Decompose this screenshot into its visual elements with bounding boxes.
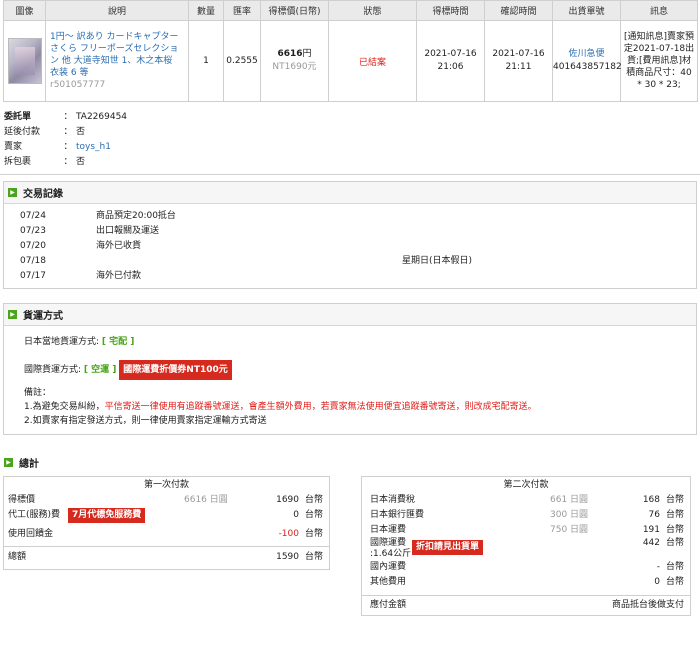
totals-title: 總計 [19, 459, 39, 470]
message-text: [通知訊息]賣家預定2021-07-18出貨;[費用訊息]材積商品尺寸：40 *… [620, 20, 698, 102]
second-payment-box: 第二次付款 日本消費稅 661 日圓 168 台幣 日本銀行匯費 300 日圓 … [361, 476, 691, 616]
first-payment-box: 第一次付款 得標價 6616 日圓 1690 台幣 代工(服務)費 7月代標免服… [3, 476, 330, 570]
order-number: TA2269454 [76, 112, 128, 122]
col-image: 圖像 [3, 0, 46, 21]
list-item: 07/17 海外已付款 [20, 271, 142, 281]
unpack-value: 否 [76, 157, 86, 167]
list-item: 07/18 星期日(日本假日) [20, 256, 473, 266]
deferred-label: 延後付款 [4, 127, 41, 137]
col-status: 狀態 [328, 0, 417, 21]
remark-1: 1.為避免交易糾紛， [24, 402, 105, 412]
table-row: 其他費用 0 台幣 [370, 577, 684, 587]
second-payment-title: 第二次付款 [503, 480, 549, 490]
table-row: 日本運費 750 日圓 191 台幣 [370, 525, 684, 535]
arrow-right-icon: ▶ [8, 188, 17, 197]
list-item: 07/24 商品預定20:00抵台 [20, 211, 176, 221]
records-title: 交易記錄 [23, 189, 63, 200]
won-date: 2021-07-16 [424, 49, 477, 59]
order-label: 委託單 [4, 112, 32, 122]
tracking-number: 401643857182 [553, 62, 622, 72]
table-row: 1円～ 訳あり カードキャプターさくら フリーポーズセレクション 他 大道寺知世… [3, 20, 698, 102]
seller-label: 賣家 [4, 142, 23, 152]
price-jpy-unit: 円 [302, 49, 312, 59]
intl-shipping-value: [ 空運 ] [83, 365, 117, 375]
deferred-value: 否 [76, 127, 86, 137]
intl-discount-badge: 折扣請見出貨單 [412, 540, 484, 555]
col-confirm-time: 確認時間 [484, 0, 553, 21]
remarks-label: 備註： [24, 388, 52, 398]
col-quantity: 數量 [188, 0, 224, 21]
total-row: 總額 1590 台幣 [8, 552, 323, 562]
rate-value: 0.2555 [223, 20, 261, 102]
carrier-link[interactable]: 佐川急便 [553, 48, 620, 61]
price-jpy: 6616 [277, 49, 303, 59]
service-fee-badge: 7月代標免服務費 [68, 508, 146, 523]
table-row: 使用回饋金 -100 台幣 [8, 529, 323, 539]
table-header-row: 圖像 說明 數量 匯率 得標價(日幣) 狀態 得標時間 確認時間 出貨單號 訊息 [3, 0, 698, 21]
col-rate: 匯率 [223, 0, 261, 21]
list-item: 07/23 出口報關及運送 [20, 226, 160, 236]
payable-row: 應付金額 商品抵台後做支付 [370, 600, 684, 610]
product-thumbnail[interactable] [7, 38, 42, 84]
col-won-time: 得標時間 [416, 0, 485, 21]
col-message: 訊息 [620, 0, 698, 21]
divider [0, 174, 700, 175]
seller-link[interactable]: toys_h1 [76, 140, 111, 155]
confirm-date: 2021-07-16 [492, 49, 545, 59]
col-tracking: 出貨單號 [552, 0, 621, 21]
intl-shipping-label: 國際貨運方式: [24, 365, 82, 375]
first-payment-title: 第一次付款 [143, 480, 189, 490]
price-twd: NT1690元 [272, 62, 317, 72]
table-row: 得標價 6616 日圓 1690 台幣 [8, 495, 323, 505]
quantity-value: 1 [188, 20, 224, 102]
domestic-shipping-value: [ 宅配 ] [101, 337, 135, 347]
col-price: 得標價(日幣) [260, 0, 329, 21]
arrow-right-icon: ▶ [8, 310, 17, 319]
remark-1-warning: 平信寄送一律使用有追蹤番號運送，會產生額外費用，若賣家無法使用便宜追蹤番號寄送，… [104, 402, 537, 412]
remark-2: 2.如賣家有指定發送方式，則一律使用賣家指定運輸方式寄送 [24, 416, 267, 426]
arrow-right-icon: ▶ [4, 458, 13, 467]
shipping-title: 貨運方式 [23, 311, 63, 322]
intl-coupon-badge: 國際運費折價券NT100元 [119, 360, 232, 380]
confirm-time: 21:11 [505, 62, 532, 72]
order-table: 圖像 說明 數量 匯率 得標價(日幣) 狀態 得標時間 確認時間 出貨單號 訊息… [3, 0, 698, 102]
domestic-shipping-label: 日本當地貨運方式: [24, 337, 100, 347]
table-row: 日本消費稅 661 日圓 168 台幣 [370, 495, 684, 505]
records-panel: ▶ 交易記錄 07/24 商品預定20:00抵台 07/23 出口報關及運送 07/… [3, 181, 697, 289]
unpack-label: 拆包裹 [4, 157, 32, 167]
table-row: 代工(服務)費 7月代標免服務費 0 台幣 [4, 508, 329, 523]
order-info: 委託單： TA2269454 延後付款：否 賣家： toys_h1 拆包裹：否 [4, 110, 304, 170]
product-title-link[interactable]: 1円～ 訳あり カードキャプターさくら フリーポーズセレクション 他 大道寺知世… [50, 31, 184, 79]
product-id: r501057777 [50, 80, 106, 90]
table-row: 國內運費 - 台幣 [370, 562, 684, 572]
list-item: 07/20 海外已收貨 [20, 241, 142, 251]
shipping-panel: ▶ 貨運方式 日本當地貨運方式: [ 宅配 ] 國際貨運方式: [ 空運 ] 國… [3, 303, 697, 435]
won-time: 21:06 [437, 62, 464, 72]
col-description: 說明 [45, 0, 189, 21]
status-badge: 已結案 [328, 20, 417, 102]
table-row: 日本銀行匯費 300 日圓 76 台幣 [370, 510, 684, 520]
table-row: 國際運費 :1.64公斤 折扣請見出貨單 442 台幣 [370, 538, 684, 559]
